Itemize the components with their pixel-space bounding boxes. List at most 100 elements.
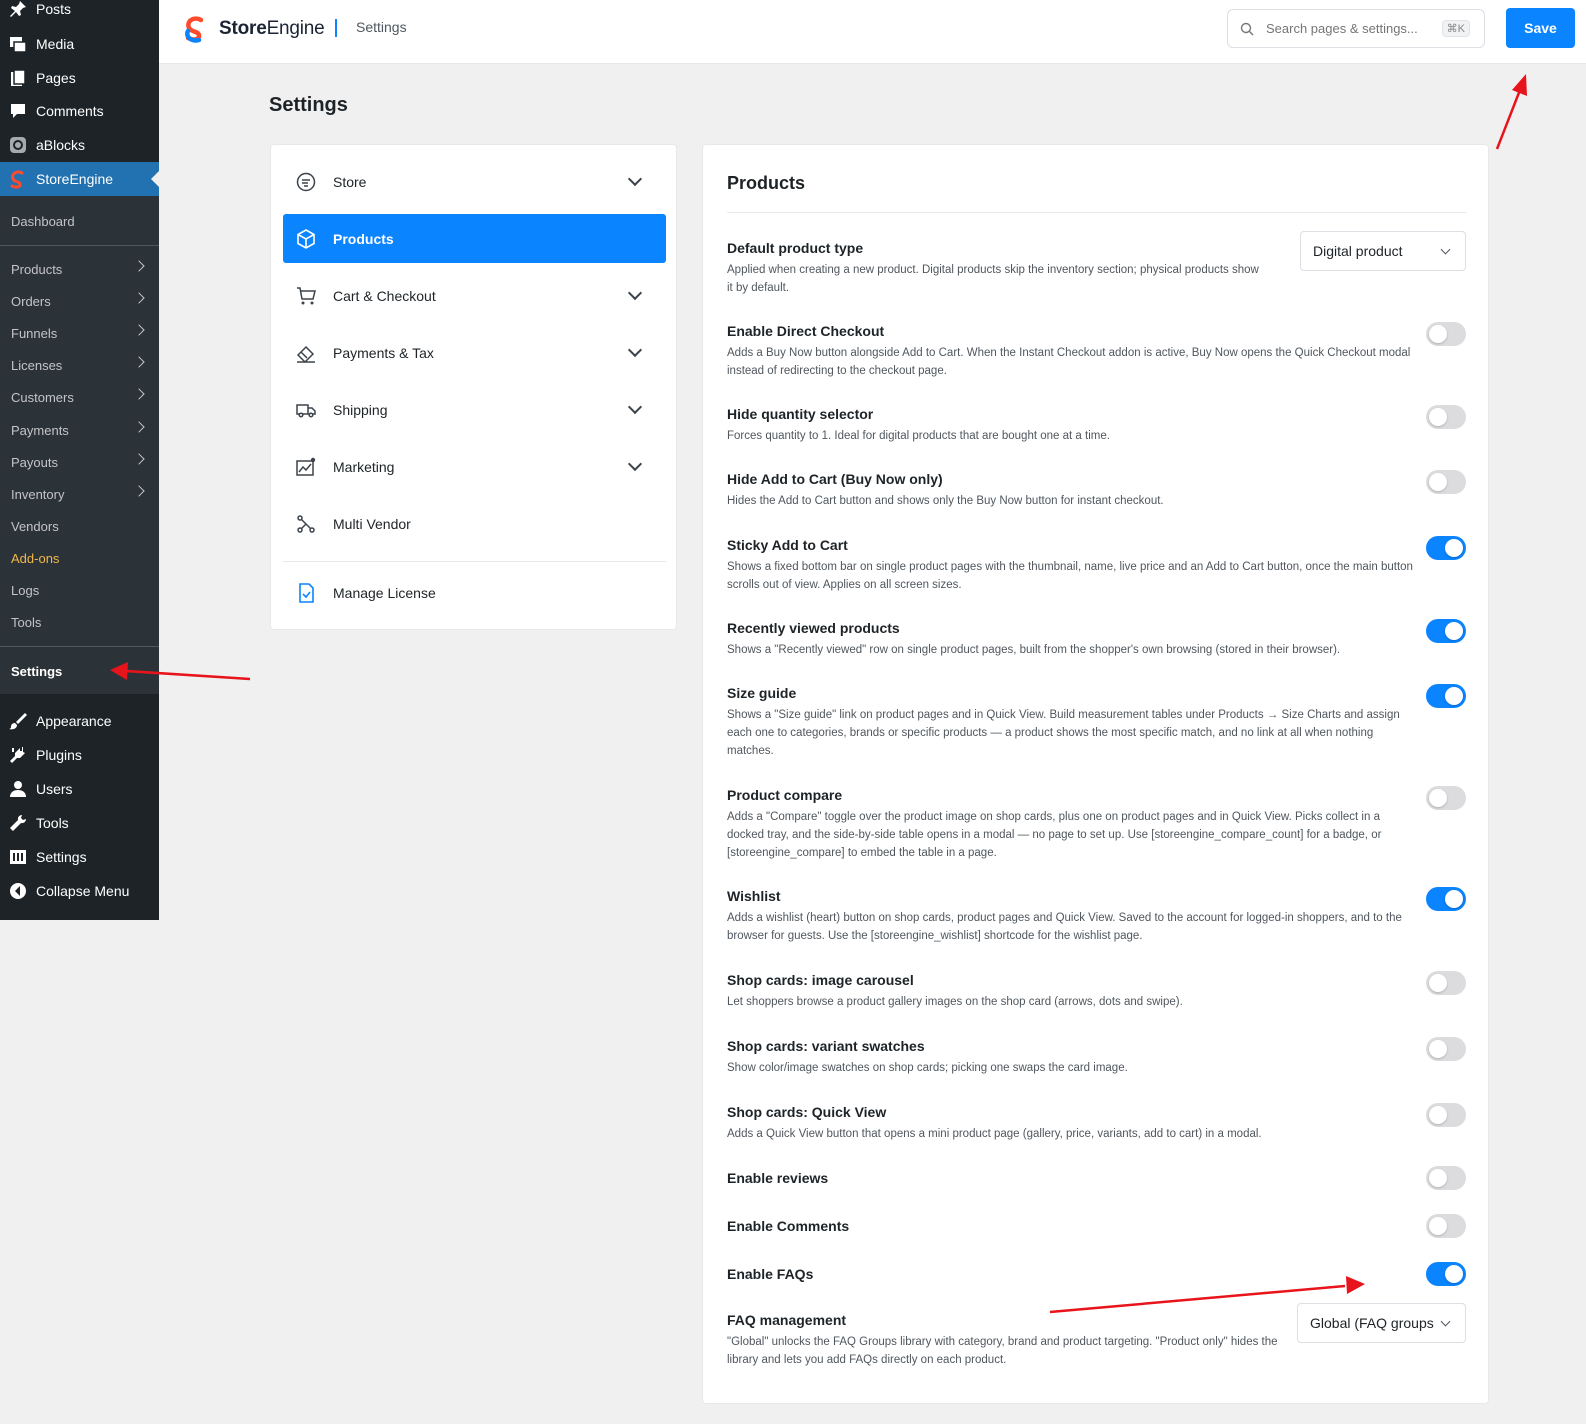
pin-icon (10, 1, 26, 17)
settings-nav-divider (283, 561, 666, 562)
setting-variant-swatches: Shop cards: variant swatches Show color/… (727, 1037, 1466, 1077)
panel-title: Products (727, 173, 806, 193)
toggle-wishlist[interactable] (1426, 887, 1466, 911)
setting-product-compare: Product compare Adds a "Compare" toggle … (727, 786, 1466, 862)
setting-image-carousel: Shop cards: image carousel Let shoppers … (727, 971, 1466, 1011)
plugin-icon (10, 747, 25, 763)
toggle-hide-add-to-cart[interactable] (1426, 470, 1466, 494)
setting-direct-checkout: Enable Direct Checkout Adds a Buy Now bu… (727, 322, 1466, 380)
settings-icon (10, 850, 26, 864)
chevron-right-icon (133, 292, 145, 304)
settings-nav-store[interactable]: Store (283, 157, 666, 206)
menu-tools[interactable]: Tools (0, 806, 159, 840)
setting-hide-add-to-cart: Hide Add to Cart (Buy Now only) Hides th… (727, 470, 1466, 510)
submenu-inventory[interactable]: Inventory (0, 478, 159, 510)
toggle-sticky-add-to-cart[interactable] (1426, 536, 1466, 560)
storeengine-logo[interactable]: StoreEngine (181, 14, 325, 44)
chevron-down-icon (1440, 1316, 1451, 1327)
chevron-right-icon (133, 324, 145, 336)
chevron-down-icon (627, 342, 643, 358)
setting-quick-view: Shop cards: Quick View Adds a Quick View… (727, 1103, 1466, 1143)
menu-media[interactable]: Media (0, 27, 159, 61)
submenu-vendors[interactable]: Vendors (0, 510, 159, 542)
menu-users[interactable]: Users (0, 772, 159, 806)
menu-storeengine[interactable]: StoreEngine (0, 162, 159, 196)
settings-nav-shipping[interactable]: Shipping (283, 385, 666, 434)
submenu-funnels[interactable]: Funnels (0, 317, 159, 349)
license-icon (299, 582, 314, 603)
chevron-right-icon (133, 453, 145, 465)
settings-nav-manage-license[interactable]: Manage License (283, 568, 666, 617)
setting-recently-viewed: Recently viewed products Shows a "Recent… (727, 619, 1466, 659)
breadcrumb-divider (335, 19, 337, 37)
menu-plugins[interactable]: Plugins (0, 738, 159, 772)
default-product-type-select[interactable]: Digital product (1300, 231, 1466, 271)
submenu-logs[interactable]: Logs (0, 574, 159, 606)
chevron-right-icon (133, 260, 145, 272)
toggle-hide-quantity[interactable] (1426, 405, 1466, 429)
submenu-add-ons[interactable]: Add-ons (0, 542, 159, 574)
setting-faq-management: FAQ management "Global" unlocks the FAQ … (727, 1303, 1466, 1369)
page-title: Settings (269, 94, 348, 116)
setting-enable-comments: Enable Comments (727, 1214, 1466, 1238)
toggle-size-guide[interactable] (1426, 684, 1466, 708)
menu-pages[interactable]: Pages (0, 61, 159, 95)
toggle-image-carousel[interactable] (1426, 971, 1466, 995)
chevron-right-icon (133, 421, 145, 433)
setting-enable-faqs: Enable FAQs (727, 1262, 1466, 1286)
menu-appearance[interactable]: Appearance (0, 704, 159, 738)
settings-nav: Store Products Cart & Checkout Payments … (270, 144, 677, 630)
settings-nav-payments-tax[interactable]: Payments & Tax (283, 328, 666, 377)
breadcrumb: Settings (356, 19, 407, 35)
submenu-dashboard[interactable]: Dashboard (0, 205, 159, 237)
settings-nav-cart-checkout[interactable]: Cart & Checkout (283, 271, 666, 320)
storeengine-logo-icon (185, 16, 204, 43)
toggle-enable-comments[interactable] (1426, 1214, 1466, 1238)
setting-size-guide: Size guide Shows a "Size guide" link on … (727, 684, 1466, 760)
pages-icon (11, 69, 26, 86)
setting-wishlist: Wishlist Adds a wishlist (heart) button … (727, 887, 1466, 945)
submenu-orders[interactable]: Orders (0, 285, 159, 317)
toggle-enable-faqs[interactable] (1426, 1262, 1466, 1286)
user-icon (10, 781, 26, 797)
chevron-down-icon (627, 456, 643, 472)
search-box[interactable]: ⌘K (1227, 9, 1485, 48)
menu-posts[interactable]: Posts (0, 0, 159, 26)
menu-settings[interactable]: Settings (0, 840, 159, 874)
faq-management-select[interactable]: Global (FAQ groups (1297, 1303, 1466, 1343)
submenu-payouts[interactable]: Payouts (0, 446, 159, 478)
menu-comments[interactable]: Comments (0, 94, 159, 128)
setting-enable-reviews: Enable reviews (727, 1166, 1466, 1190)
toggle-product-compare[interactable] (1426, 786, 1466, 810)
setting-sticky-add-to-cart: Sticky Add to Cart Shows a fixed bottom … (727, 536, 1466, 594)
brand-name: StoreEngine (219, 18, 325, 39)
search-input[interactable] (1266, 21, 1426, 36)
toggle-recently-viewed[interactable] (1426, 619, 1466, 643)
submenu-products[interactable]: Products (0, 253, 159, 285)
payments-icon (296, 345, 315, 363)
toggle-variant-swatches[interactable] (1426, 1037, 1466, 1061)
submenu-tools[interactable]: Tools (0, 606, 159, 638)
submenu-payments[interactable]: Payments (0, 414, 159, 446)
setting-hide-quantity: Hide quantity selector Forces quantity t… (727, 405, 1466, 445)
toggle-direct-checkout[interactable] (1426, 322, 1466, 346)
chevron-down-icon (627, 399, 643, 415)
arrow-to-save-button (1495, 74, 1527, 150)
menu-collapse[interactable]: Collapse Menu (0, 874, 159, 908)
settings-nav-products[interactable]: Products (283, 214, 666, 263)
settings-nav-marketing[interactable]: Marketing (283, 442, 666, 491)
toggle-quick-view[interactable] (1426, 1103, 1466, 1127)
submenu-licenses[interactable]: Licenses (0, 349, 159, 381)
menu-ablocks[interactable]: aBlocks (0, 128, 159, 162)
submenu-settings[interactable]: Settings (0, 655, 159, 687)
chevron-down-icon (627, 285, 643, 301)
vendor-icon (297, 514, 315, 533)
storeengine-icon (10, 170, 24, 189)
ablocks-icon (10, 137, 26, 153)
save-button[interactable]: Save (1506, 8, 1575, 48)
toggle-enable-reviews[interactable] (1426, 1166, 1466, 1190)
box-icon (297, 228, 315, 249)
settings-nav-multi-vendor[interactable]: Multi Vendor (283, 499, 666, 548)
chevron-down-icon (1440, 244, 1451, 255)
submenu-customers[interactable]: Customers (0, 381, 159, 413)
